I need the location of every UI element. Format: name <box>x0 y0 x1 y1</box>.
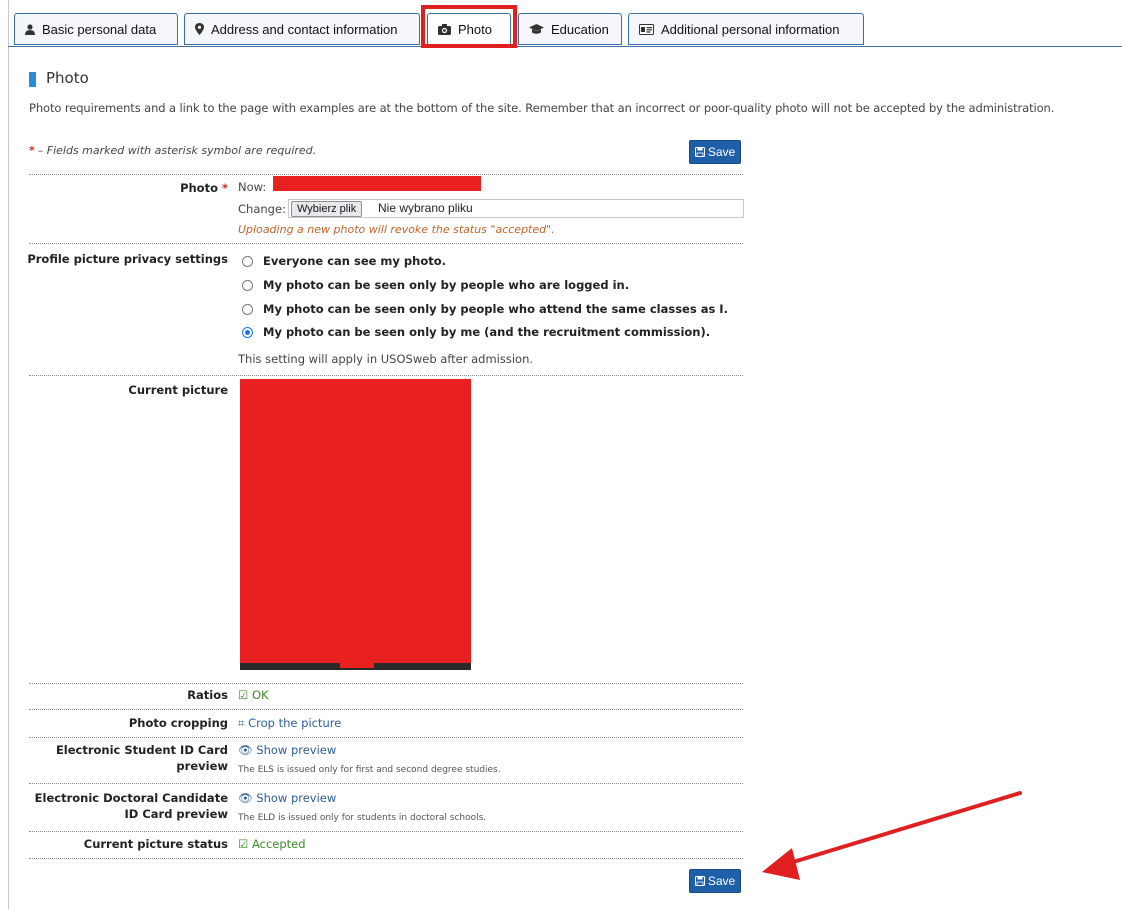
annotation-arrow <box>762 791 1022 880</box>
